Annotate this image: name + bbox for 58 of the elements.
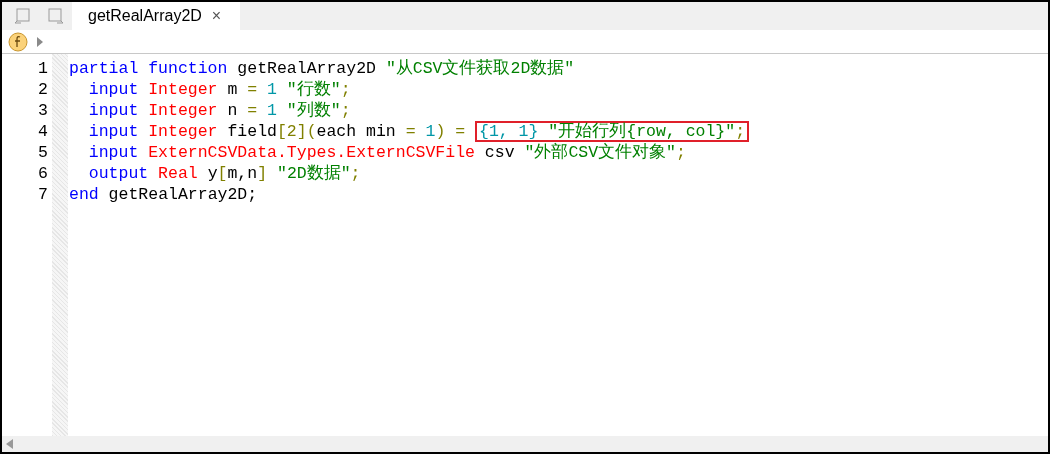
code-token: Real [157, 164, 198, 183]
line-number: 6 [37, 163, 48, 184]
code-token: = [247, 101, 258, 120]
code-token: input [87, 143, 139, 162]
code-token: 1 [424, 122, 436, 141]
code-token: 1 [266, 80, 277, 99]
code-token: = [247, 80, 258, 99]
scroll-left-icon[interactable] [6, 439, 13, 449]
code-token: ; [735, 122, 746, 141]
code-token: ExternCSVData.Types.ExternCSVFile [147, 143, 475, 162]
code-token: y [206, 164, 218, 183]
code-token: ] [257, 164, 268, 183]
horizontal-scrollbar[interactable] [2, 436, 1048, 452]
function-icon[interactable] [8, 31, 28, 52]
code-token: [2]( [276, 122, 317, 141]
code-token: "行数" [285, 80, 341, 99]
editor-tab[interactable]: getRealArray2D × [72, 2, 240, 30]
line-number: 4 [37, 121, 48, 142]
code-token: each min [316, 122, 397, 141]
code-token: {1, 1} [479, 122, 539, 141]
code-token: ; [350, 164, 361, 183]
expand-arrow-icon[interactable] [36, 35, 44, 48]
code-token: csv [483, 143, 516, 162]
code-token: m [226, 80, 239, 99]
code-token: "列数" [285, 101, 341, 120]
code-token: "2D数据" [275, 164, 351, 183]
code-token: n [226, 101, 239, 120]
code-token: 1 [266, 101, 277, 120]
code-token: partial function [69, 59, 228, 78]
code-token: "从CSV文件获取2D数据" [385, 59, 575, 78]
code-token: output [87, 164, 149, 183]
code-token: input [87, 122, 139, 141]
code-token: ; [676, 143, 686, 162]
back-icon[interactable] [14, 7, 32, 25]
code-token: "开始行列{row, col}" [547, 122, 736, 141]
line-number: 1 [37, 58, 48, 79]
code-token: m,n [227, 164, 258, 183]
line-number: 3 [37, 100, 48, 121]
code-token: input [87, 80, 139, 99]
code-token: [ [217, 164, 228, 183]
code-token: end [69, 185, 99, 204]
line-number: 5 [37, 142, 48, 163]
line-number: 2 [37, 79, 48, 100]
forward-icon[interactable] [46, 7, 64, 25]
code-token: Integer [147, 80, 218, 99]
code-token: ) = [435, 122, 467, 141]
code-token: "外部CSV文件对象" [524, 143, 676, 162]
code-token: Integer [147, 101, 218, 120]
code-token: field [226, 122, 277, 141]
code-token: getRealArray2D [236, 59, 377, 78]
code-token: = [405, 122, 416, 141]
code-token: Integer [147, 122, 218, 141]
line-number: 7 [37, 184, 48, 205]
code-token: input [87, 101, 139, 120]
code-token: ; [340, 101, 351, 120]
code-token: ; [340, 80, 351, 99]
code-token: getRealArray2D; [107, 185, 258, 204]
close-icon[interactable]: × [211, 4, 222, 28]
